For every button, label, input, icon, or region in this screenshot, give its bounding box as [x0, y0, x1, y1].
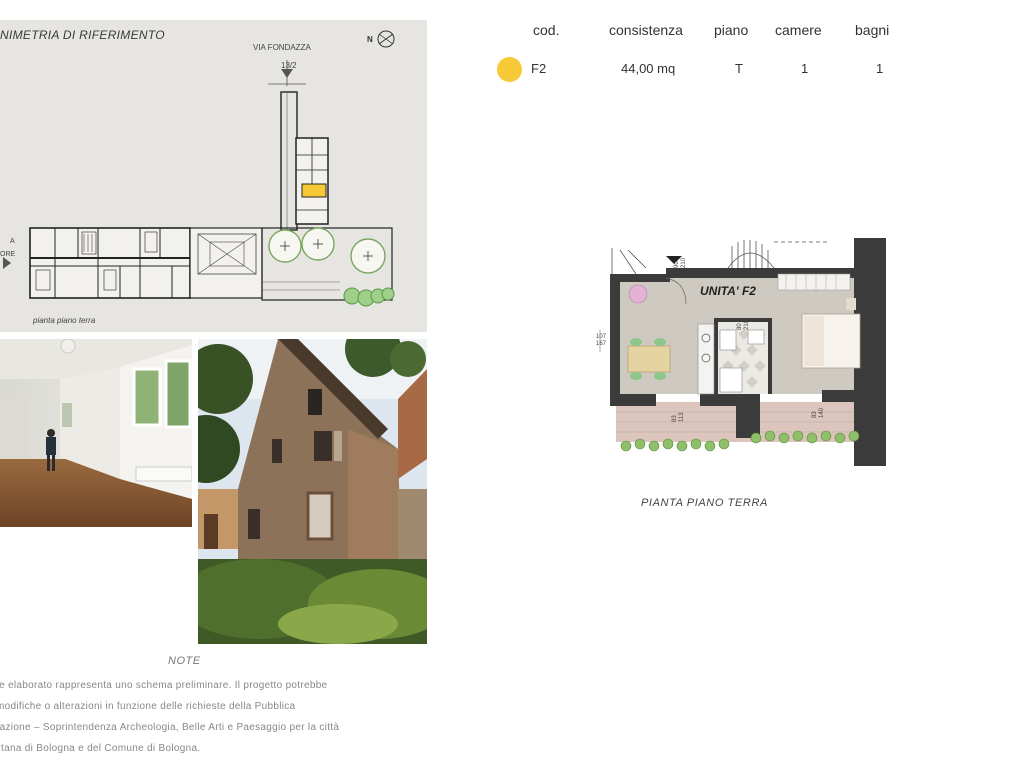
dim-window-1-top: 83	[672, 415, 678, 422]
cell-piano: T	[735, 61, 743, 76]
dim-entry-top: 90	[674, 261, 680, 268]
header-cod: cod.	[533, 22, 560, 38]
dim-side: 107 167	[596, 334, 606, 348]
cell-bagni: 1	[876, 61, 884, 76]
dim-window-2-top: 83	[812, 411, 818, 418]
side-entrance-arrow-icon	[3, 257, 11, 269]
site-plan-panel: NIMETRIA DI RIFERIMENTO VIA FONDAZZA 13/…	[0, 20, 427, 332]
dim-entry-bottom: 210	[681, 257, 687, 268]
notes-text: te elaborato rappresenta uno schema prel…	[0, 675, 418, 759]
dim-side-top: 107	[596, 334, 607, 340]
notes-line: razione – Soprintendenza Archeologia, Be…	[0, 722, 340, 733]
unit-color-dot	[497, 57, 522, 82]
dim-bath-top: 80	[737, 323, 743, 330]
header-bagni: bagni	[855, 22, 890, 38]
highlighted-unit	[301, 183, 327, 198]
site-plan-drawing	[3, 60, 395, 307]
header-piano: piano	[714, 22, 749, 38]
cell-cod: F2	[531, 61, 547, 76]
dim-window-1-bottom: 113	[679, 412, 685, 422]
floor-plan-caption: PIANTA PIANO TERRA	[641, 497, 768, 509]
cell-camere: 1	[801, 61, 809, 76]
dim-window-2: 83 140	[812, 408, 826, 418]
cell-consistenza: 44,00 mq	[621, 61, 676, 76]
dim-window-2-bottom: 140	[819, 407, 825, 418]
notes-line: te elaborato rappresenta uno schema prel…	[0, 680, 328, 691]
unit-floor-plan: UNITA' F2 90 210 80 210 107 167 83 113 8…	[590, 234, 910, 479]
exterior-photo	[198, 339, 427, 644]
dim-window-1: 83 113	[672, 412, 686, 422]
interior-photo	[0, 339, 192, 527]
notes-line: modifiche o alterazioni in funzione dell…	[0, 701, 296, 712]
dim-bath: 80 210	[737, 320, 751, 330]
unit-label: UNITA' F2	[700, 284, 756, 298]
dim-side-bottom: 167	[596, 341, 607, 347]
dim-entry: 90 210	[674, 258, 688, 268]
header-camere: camere	[775, 22, 822, 38]
site-plan-caption: pianta piano terra	[33, 316, 96, 325]
notes-title: NOTE	[168, 655, 201, 667]
dim-bath-bottom: 210	[744, 319, 750, 330]
notes-line: litana di Bologna e del Comune di Bologn…	[0, 743, 201, 754]
header-consistenza: consistenza	[609, 22, 683, 38]
